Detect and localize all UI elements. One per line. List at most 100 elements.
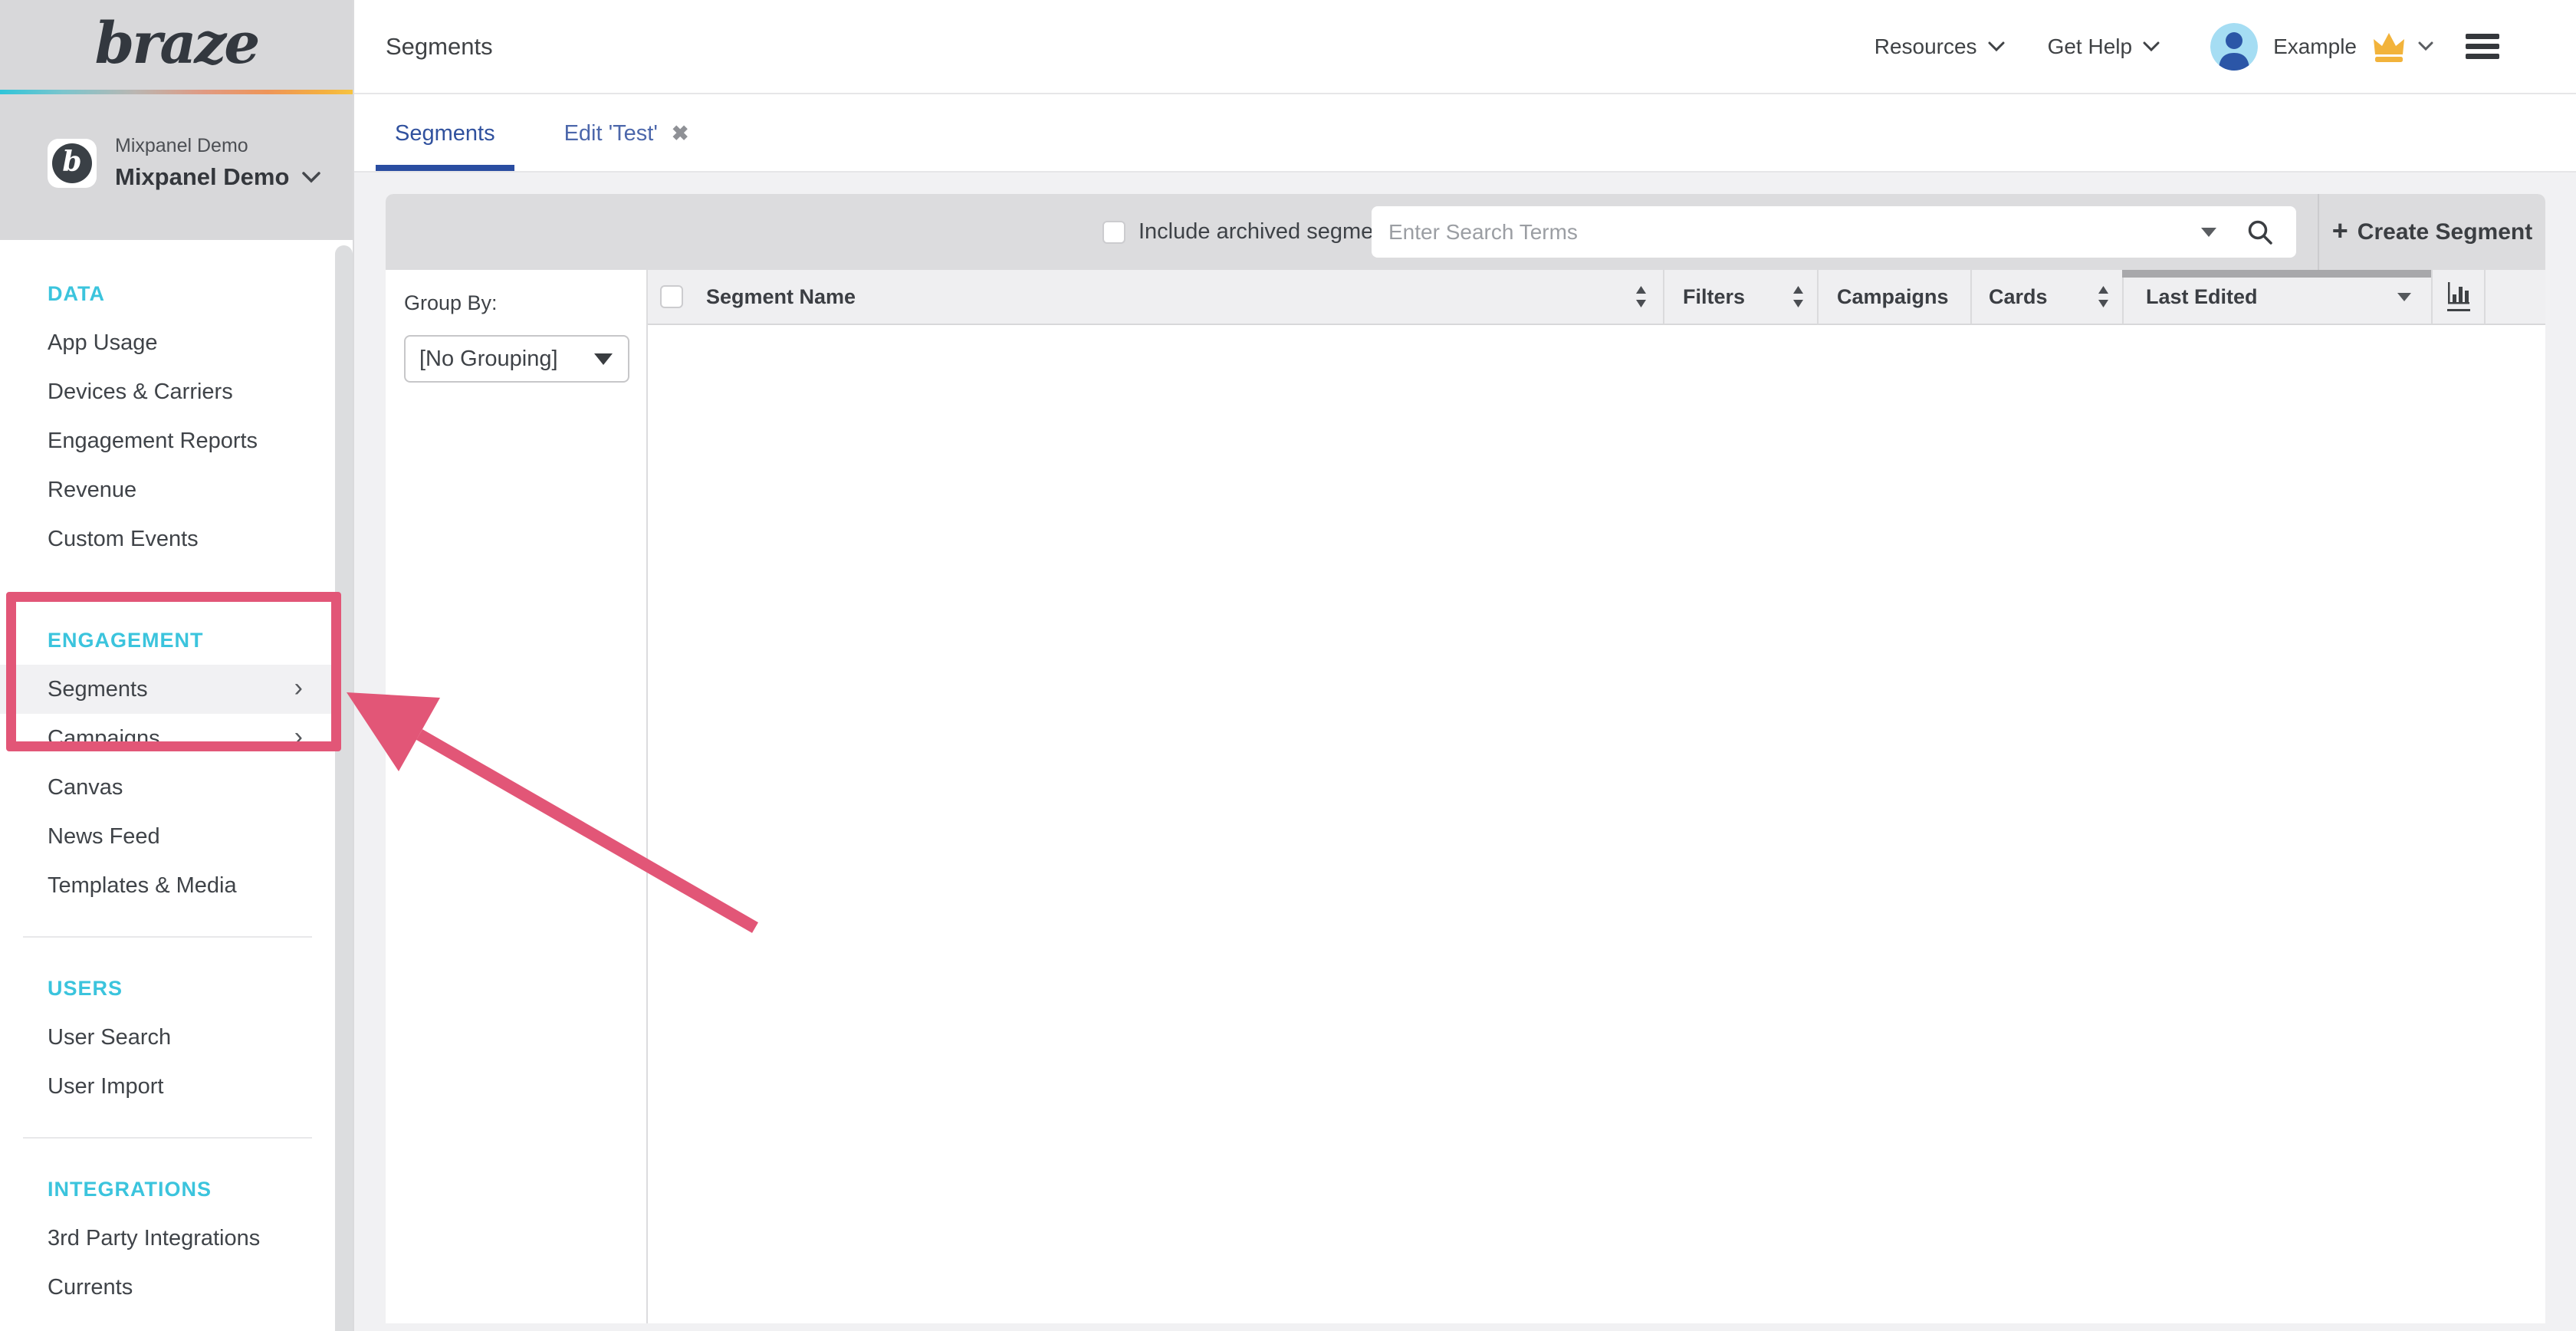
sidebar: braze b Mixpanel Demo Mixpanel Demo [0, 0, 354, 1331]
sidebar-item-label: Engagement Reports [48, 429, 258, 453]
workspace-app-icon-letter: b [62, 148, 81, 176]
column-label: Filters [1683, 285, 1745, 309]
column-filters[interactable]: Filters [1663, 270, 1817, 324]
sidebar-item-currents[interactable]: Currents [0, 1263, 335, 1312]
group-by-select[interactable]: [No Grouping] [404, 335, 629, 383]
sidebar-scrollbar[interactable] [335, 245, 353, 1331]
workspace-header: braze b Mixpanel Demo Mixpanel Demo [0, 0, 353, 240]
column-label: Segment Name [706, 285, 856, 309]
braze-logo: braze [0, 11, 353, 77]
brand-gradient-divider [0, 90, 353, 94]
column-label: Last Edited [2146, 285, 2258, 309]
table-body-empty [648, 325, 2545, 1323]
sidebar-item-revenue[interactable]: Revenue [0, 465, 335, 514]
include-archived-label: Include archived segments [1138, 219, 1403, 245]
sidebar-item-label: Custom Events [48, 527, 199, 551]
sidebar-item-news-feed[interactable]: News Feed [0, 812, 335, 861]
braze-dashboard: braze b Mixpanel Demo Mixpanel Demo [0, 0, 2576, 1331]
column-spacer [2484, 270, 2545, 324]
sidebar-item-engagement-reports[interactable]: Engagement Reports [0, 416, 335, 465]
chevron-down-icon [301, 171, 321, 183]
workspace-selector[interactable]: b Mixpanel Demo Mixpanel Demo [48, 135, 321, 191]
column-segment-name[interactable]: Segment Name [695, 270, 1663, 324]
segments-card: Include archived segments [386, 194, 2545, 1323]
sidebar-item-devices-carriers[interactable]: Devices & Carriers [0, 367, 335, 416]
column-cards[interactable]: Cards [1970, 270, 2122, 324]
sidebar-item-custom-events[interactable]: Custom Events [0, 514, 335, 564]
main-area: Segments Resources Get Help [354, 0, 2576, 1331]
group-by-panel: Group By: [No Grouping] [386, 270, 648, 1323]
sidebar-item-label: Canvas [48, 775, 123, 800]
group-by-value: [No Grouping] [419, 347, 558, 372]
workspace-app-label: Mixpanel Demo [115, 135, 321, 157]
chevron-right-icon: › [294, 714, 303, 763]
search-icon[interactable] [2246, 218, 2275, 247]
create-segment-label: Create Segment [2358, 219, 2532, 245]
column-chart-toggle[interactable] [2431, 270, 2484, 324]
resources-menu[interactable]: Resources [1875, 35, 2005, 59]
resources-label: Resources [1875, 35, 1977, 59]
search-dropdown-caret-icon[interactable] [2201, 228, 2216, 237]
sidebar-item-label: Revenue [48, 478, 136, 502]
user-name: Example [2273, 35, 2357, 59]
chevron-right-icon: › [294, 665, 303, 714]
table-header: Segment Name Filters Campaigns [648, 270, 2545, 325]
sidebar-section-integrations: INTEGRATIONS [0, 1165, 335, 1214]
chevron-down-icon [2143, 41, 2160, 52]
sidebar-item-3rd-party-integrations[interactable]: 3rd Party Integrations [0, 1214, 335, 1263]
sidebar-item-campaigns[interactable]: Campaigns › [0, 714, 335, 763]
include-archived-checkbox[interactable] [1102, 221, 1125, 244]
include-archived-group: Include archived segments [1102, 194, 1403, 270]
sidebar-item-label: Devices & Carriers [48, 380, 233, 404]
sidebar-section-users: USERS [0, 964, 335, 1013]
get-help-label: Get Help [2048, 35, 2133, 59]
tab-edit-test[interactable]: Edit 'Test' ✖ [545, 121, 708, 171]
sidebar-divider [23, 1137, 312, 1139]
sidebar-item-label: Currents [48, 1275, 133, 1300]
sidebar-item-label: Segments [48, 677, 148, 702]
sidebar-item-label: Templates & Media [48, 873, 237, 898]
page-title: Segments [386, 33, 493, 61]
sidebar-item-segments[interactable]: Segments › [0, 665, 335, 714]
column-label: Campaigns [1837, 285, 1949, 309]
sidebar-item-label: Campaigns [48, 726, 160, 751]
sidebar-item-canvas[interactable]: Canvas [0, 763, 335, 812]
sort-icon[interactable] [1635, 286, 1648, 307]
sidebar-item-app-usage[interactable]: App Usage [0, 318, 335, 367]
column-campaigns[interactable]: Campaigns [1817, 270, 1970, 324]
sort-icon[interactable] [1792, 286, 1805, 307]
select-all-checkbox[interactable] [660, 285, 683, 308]
search-box [1372, 206, 2296, 258]
sidebar-item-label: 3rd Party Integrations [48, 1226, 260, 1250]
hamburger-menu-icon[interactable] [2466, 34, 2499, 60]
create-segment-button[interactable]: + Create Segment [2319, 194, 2545, 270]
group-by-label: Group By: [404, 291, 646, 315]
sort-desc-icon [2397, 293, 2411, 301]
tab-segments[interactable]: Segments [376, 121, 514, 171]
chevron-down-icon[interactable] [2418, 41, 2433, 51]
content-area: Include archived segments [354, 174, 2576, 1331]
user-avatar[interactable] [2210, 23, 2258, 71]
column-last-edited[interactable]: Last Edited [2122, 270, 2431, 324]
chevron-down-icon [1988, 41, 2005, 52]
sidebar-item-label: News Feed [48, 824, 160, 849]
segments-table: Segment Name Filters Campaigns [648, 270, 2545, 1323]
sidebar-item-templates-media[interactable]: Templates & Media [0, 861, 335, 910]
select-all-cell [648, 270, 695, 324]
tab-label: Edit 'Test' [564, 121, 658, 146]
crown-icon [2371, 31, 2407, 63]
sidebar-nav: DATA App Usage Devices & Carriers Engage… [0, 240, 335, 1312]
caret-down-icon [594, 353, 613, 365]
workspace-name: Mixpanel Demo [115, 163, 289, 191]
search-input[interactable] [1372, 220, 2201, 245]
topbar: Segments Resources Get Help [354, 0, 2576, 94]
person-icon [2210, 23, 2258, 71]
sidebar-item-user-search[interactable]: User Search [0, 1013, 335, 1062]
get-help-menu[interactable]: Get Help [2048, 35, 2160, 59]
sidebar-item-user-import[interactable]: User Import [0, 1062, 335, 1111]
close-icon[interactable]: ✖ [672, 123, 689, 144]
sort-icon[interactable] [2097, 286, 2110, 307]
sidebar-item-label: App Usage [48, 330, 158, 355]
sidebar-divider [23, 936, 312, 938]
plus-icon: + [2332, 215, 2348, 247]
